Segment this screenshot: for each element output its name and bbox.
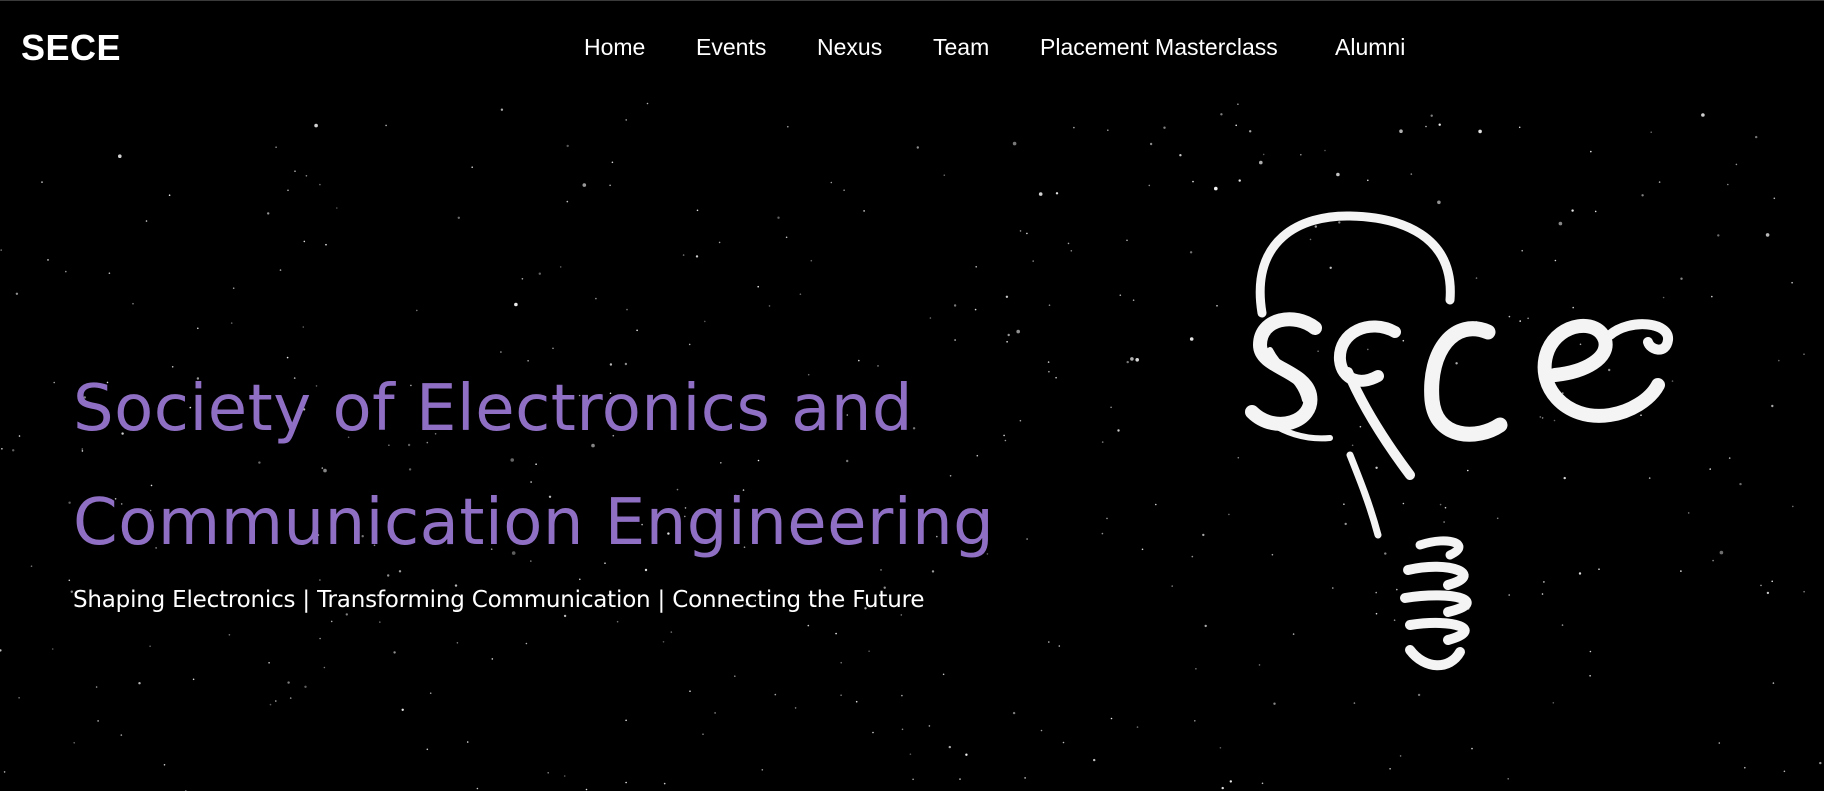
hero-title-line-1: Society of Electronics and [73,372,914,446]
hero-title-line-2: Communication Engineering [73,486,995,560]
lightbulb-logo-icon [1245,211,1673,671]
hero-subtitle: Shaping Electronics | Transforming Commu… [73,587,925,613]
hero-title: Society of Electronics and Communication… [73,352,1073,580]
